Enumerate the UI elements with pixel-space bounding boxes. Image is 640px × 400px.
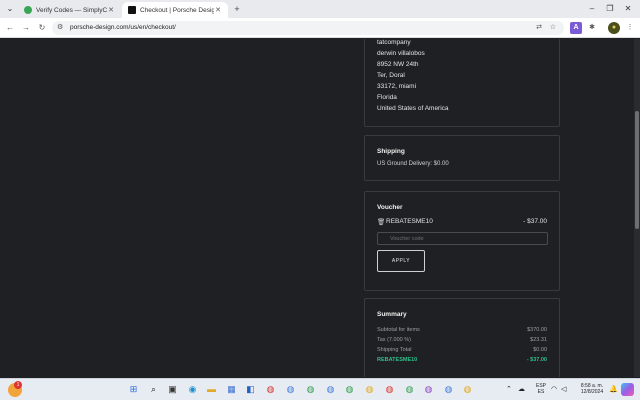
voucher-title: Voucher (377, 204, 403, 211)
bookmark-star-icon[interactable]: ☆ (550, 22, 556, 34)
edge-browser-icon[interactable]: ◉ (186, 383, 199, 396)
page-scrollbar[interactable] (634, 39, 640, 377)
address-line: 8952 NW 24th (377, 61, 419, 68)
new-tab-plus-icon[interactable]: + (231, 3, 243, 15)
windows-start-icon[interactable]: ⊞ (127, 383, 140, 396)
site-info-icon[interactable]: ⚙ (57, 22, 63, 34)
extension-a-icon[interactable]: A (570, 22, 582, 34)
store-icon[interactable]: ▦ (225, 383, 238, 396)
system-clock[interactable]: 8:58 a. m. 12/8/2024 (577, 383, 607, 395)
chrome-profile-icon[interactable]: ◍ (264, 383, 277, 396)
address-line: derwin villalobos (377, 50, 425, 57)
copilot-icon[interactable] (621, 383, 634, 396)
wifi-icon[interactable]: ◠ (551, 384, 557, 396)
voucher-card: Voucher 🗑 REBATESME10 - $37.00 APPLY (364, 191, 560, 291)
language-indicator[interactable]: ESP ES (535, 383, 547, 395)
porsche-design-favicon-icon (128, 6, 136, 14)
shipping-method: US Ground Delivery: $0.00 (377, 161, 449, 167)
close-tab-icon[interactable]: ✕ (214, 6, 222, 14)
browser-menu-icon[interactable]: ⋮ (624, 22, 636, 34)
notifications-bell-icon[interactable]: 🔔 (609, 384, 618, 396)
summary-label: Subtotal for items (377, 327, 420, 333)
summary-title: Summary (377, 311, 407, 318)
clock-date: 12/8/2024 (580, 389, 604, 395)
summary-value: $23.31 (530, 337, 547, 343)
notification-badge: 1 (14, 381, 22, 389)
address-line: tatcompany (377, 39, 411, 46)
tab-search-icon[interactable]: ⌄ (4, 3, 16, 15)
file-explorer-icon[interactable]: ▬ (205, 383, 218, 396)
close-window-icon[interactable]: ✕ (622, 3, 634, 15)
tab-bar: ⌄ Verify Codes — SimplyCodes ✕ Checkout … (0, 0, 640, 18)
show-hidden-icons-chevron-icon[interactable]: ⌃ (506, 384, 512, 396)
tab-title: Checkout | Porsche Design (140, 6, 214, 14)
taskbar: 1 ⊞ ⌕ ▣ ◉ ▬ ▦ ◧ ◍ ◍ ◍ ◍ ◍ ◍ ◍ ◍ ◍ ◍ ◍ ⌃ … (0, 378, 640, 400)
back-arrow-icon[interactable]: ← (4, 22, 16, 34)
extensions-puzzle-icon[interactable]: ✱ (586, 22, 598, 34)
chrome-profile-icon[interactable]: ◍ (343, 383, 356, 396)
simplycodes-favicon-icon (24, 6, 32, 14)
summary-row-tax: Tax (7.000 %) $23.31 (377, 337, 547, 343)
chrome-profile-icon[interactable]: ◍ (422, 383, 435, 396)
profile-avatar-icon[interactable]: ● (608, 22, 620, 34)
trash-icon[interactable]: 🗑 (377, 218, 385, 226)
translate-icon[interactable]: ⇄ (536, 22, 542, 34)
tab-checkout[interactable]: Checkout | Porsche Design ✕ (122, 2, 228, 18)
chrome-profile-icon[interactable]: ◍ (461, 383, 474, 396)
summary-row-discount: REBATESME10 - $37.00 (377, 357, 547, 363)
summary-value: $370.00 (527, 327, 547, 333)
minimize-icon[interactable]: – (586, 3, 598, 15)
summary-row-shipping: Shipping Total $0.00 (377, 347, 547, 353)
voucher-code-input[interactable] (377, 232, 548, 245)
tab-title: Verify Codes — SimplyCodes (36, 6, 107, 14)
task-view-icon[interactable]: ▣ (166, 383, 179, 396)
restore-icon[interactable]: ❐ (604, 3, 616, 15)
checkout-page: tatcompany derwin villalobos 8952 NW 24t… (0, 39, 640, 377)
address-line: Florida (377, 94, 397, 101)
tab-simplycodes[interactable]: Verify Codes — SimplyCodes ✕ (18, 2, 121, 18)
reload-icon[interactable]: ↻ (36, 22, 48, 34)
summary-row-subtotal: Subtotal for items $370.00 (377, 327, 547, 333)
applied-voucher-code: REBATESME10 (386, 218, 433, 225)
close-tab-icon[interactable]: ✕ (107, 6, 115, 14)
chrome-profile-icon[interactable]: ◍ (363, 383, 376, 396)
chrome-profile-icon[interactable]: ◍ (324, 383, 337, 396)
chrome-profile-icon[interactable]: ◍ (442, 383, 455, 396)
address-bar: ← → ↻ ⚙ porsche-design.com/us/en/checkou… (0, 18, 640, 38)
forward-arrow-icon[interactable]: → (20, 22, 32, 34)
url-field[interactable]: ⚙ porsche-design.com/us/en/checkout/ ⇄ ☆ (52, 21, 564, 35)
address-line: 33172, miami (377, 83, 417, 90)
keyboard-layout: ES (537, 389, 545, 395)
url-text[interactable]: porsche-design.com/us/en/checkout/ (70, 21, 176, 35)
shipping-address-card: tatcompany derwin villalobos 8952 NW 24t… (364, 39, 560, 127)
chrome-profile-icon[interactable]: ◍ (284, 383, 297, 396)
address-line: Ter, Doral (377, 72, 405, 79)
summary-card: Summary Subtotal for items $370.00 Tax (… (364, 298, 560, 377)
shipping-card: Shipping US Ground Delivery: $0.00 (364, 135, 560, 181)
chrome-active-icon[interactable]: ◍ (403, 383, 416, 396)
address-line: United States of America (377, 105, 449, 112)
volume-icon[interactable]: ◁ (561, 384, 566, 396)
summary-label: Tax (7.000 %) (377, 337, 411, 343)
shipping-title: Shipping (377, 148, 405, 155)
outlook-icon[interactable]: ◧ (244, 383, 257, 396)
search-icon[interactable]: ⌕ (147, 383, 160, 396)
scrollbar-thumb[interactable] (635, 111, 639, 229)
chrome-profile-icon[interactable]: ◍ (383, 383, 396, 396)
summary-value: - $37.00 (526, 357, 547, 363)
chrome-profile-icon[interactable]: ◍ (304, 383, 317, 396)
apply-voucher-button[interactable]: APPLY (377, 250, 425, 272)
summary-value: $0.00 (533, 347, 547, 353)
summary-label: Shipping Total (377, 347, 412, 353)
voucher-discount-amount: - $37.00 (523, 218, 547, 225)
cloud-sync-icon[interactable]: ☁ (518, 384, 525, 396)
summary-label: REBATESME10 (377, 357, 418, 363)
